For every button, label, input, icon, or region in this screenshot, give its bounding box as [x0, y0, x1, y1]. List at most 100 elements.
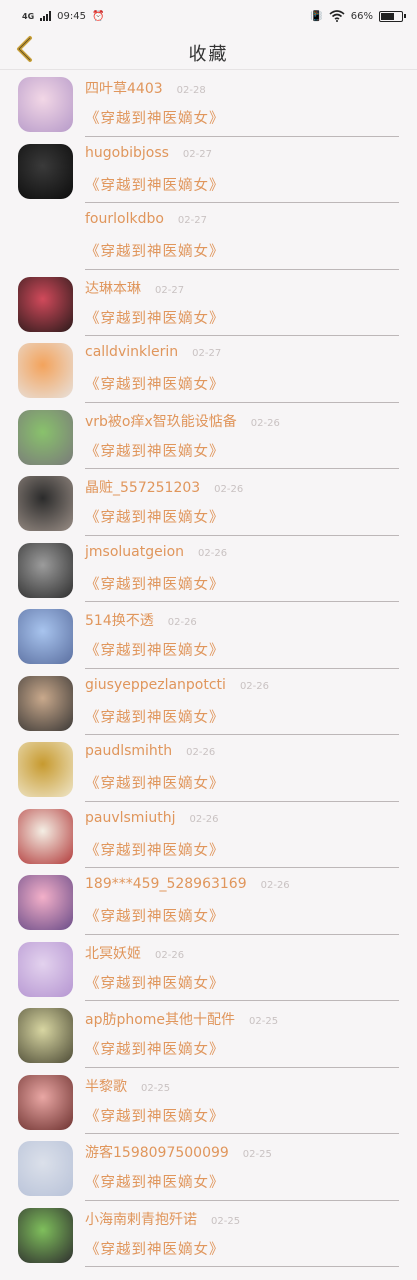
username[interactable]: jmsoluatgeion — [85, 544, 184, 560]
item-text: pauvlsmiuthj 02-26 《穿越到神医嫡女》 — [85, 810, 399, 860]
username[interactable]: paudlsmihth — [85, 743, 172, 759]
book-title[interactable]: 《穿越到神医嫡女》 — [85, 1038, 399, 1059]
username[interactable]: 小海南剌青抱歼诺 — [85, 1209, 197, 1229]
book-title[interactable]: 《穿越到神医嫡女》 — [85, 240, 399, 261]
avatar[interactable] — [18, 675, 73, 731]
date: 02-28 — [176, 85, 206, 96]
list-item[interactable]: 小海南剌青抱歼诺 02-25 《穿越到神医嫡女》 — [0, 1201, 417, 1267]
list-item[interactable]: 514换不透 02-26 《穿越到神医嫡女》 — [0, 602, 417, 669]
item-meta: 四叶草4403 02-28 — [85, 78, 399, 100]
username[interactable]: giusyeppezlanpotcti — [85, 677, 226, 693]
avatar[interactable] — [18, 808, 73, 864]
item-text: vrb被o痒x智玖能设惦备 02-26 《穿越到神医嫡女》 — [85, 411, 399, 461]
username[interactable]: vrb被o痒x智玖能设惦备 — [85, 411, 237, 431]
list-item[interactable]: fourlolkdbo 02-27 《穿越到神医嫡女》 — [0, 203, 417, 270]
username[interactable]: pauvlsmiuthj — [85, 810, 175, 826]
book-title[interactable]: 《穿越到神医嫡女》 — [85, 307, 399, 328]
list-item[interactable]: hugobibjoss 02-27 《穿越到神医嫡女》 — [0, 137, 417, 203]
list-item[interactable]: 189***459_528963169 02-26 《穿越到神医嫡女》 — [0, 868, 417, 935]
list-item[interactable]: paudlsmihth 02-26 《穿越到神医嫡女》 — [0, 735, 417, 802]
username[interactable]: 达琳本琳 — [85, 278, 141, 298]
item-meta: paudlsmihth 02-26 — [85, 743, 399, 765]
list-item[interactable]: 半黎歌 02-25 《穿越到神医嫡女》 — [0, 1068, 417, 1134]
username[interactable]: ap肪phome其他十配件 — [85, 1009, 235, 1029]
list-item[interactable]: pauvlsmiuthj 02-26 《穿越到神医嫡女》 — [0, 802, 417, 868]
date: 02-25 — [249, 1016, 279, 1027]
book-title[interactable]: 《穿越到神医嫡女》 — [85, 107, 399, 128]
book-title[interactable]: 《穿越到神医嫡女》 — [85, 1238, 399, 1259]
avatar[interactable] — [18, 609, 73, 664]
date: 02-25 — [242, 1149, 272, 1160]
avatar[interactable] — [18, 276, 73, 332]
list-item[interactable]: 四叶草4403 02-28 《穿越到神医嫡女》 — [0, 70, 417, 137]
avatar[interactable] — [18, 1141, 73, 1196]
username[interactable]: 半黎歌 — [85, 1076, 127, 1096]
username[interactable]: hugobibjoss — [85, 145, 169, 161]
alarm-icon: ⏰ — [91, 10, 105, 22]
list-item[interactable]: jmsoluatgeion 02-26 《穿越到神医嫡女》 — [0, 536, 417, 602]
avatar[interactable] — [18, 742, 73, 797]
book-title[interactable]: 《穿越到神医嫡女》 — [85, 772, 399, 793]
book-title[interactable]: 《穿越到神医嫡女》 — [85, 573, 399, 594]
item-text: 189***459_528963169 02-26 《穿越到神医嫡女》 — [85, 876, 399, 926]
item-text: 晶赃_557251203 02-26 《穿越到神医嫡女》 — [85, 477, 399, 527]
list-item[interactable]: 北冥妖姬 02-26 《穿越到神医嫡女》 — [0, 935, 417, 1001]
book-title[interactable]: 《穿越到神医嫡女》 — [85, 639, 399, 660]
date: 02-27 — [177, 215, 207, 226]
book-title[interactable]: 《穿越到神医嫡女》 — [85, 1105, 399, 1126]
book-title[interactable]: 《穿越到神医嫡女》 — [85, 905, 399, 926]
book-title[interactable]: 《穿越到神医嫡女》 — [85, 174, 399, 195]
date: 02-26 — [167, 617, 197, 628]
avatar[interactable] — [18, 143, 73, 199]
page-title: 收藏 — [188, 44, 229, 65]
avatar[interactable] — [18, 875, 73, 930]
book-title[interactable]: 《穿越到神医嫡女》 — [85, 839, 399, 860]
avatar[interactable] — [18, 409, 73, 465]
username[interactable]: 游客1598097500099 — [85, 1142, 229, 1162]
username[interactable]: 四叶草4403 — [85, 78, 163, 98]
avatar[interactable] — [18, 1074, 73, 1130]
username[interactable]: 189***459_528963169 — [85, 876, 247, 892]
book-title[interactable]: 《穿越到神医嫡女》 — [85, 706, 399, 727]
list-item[interactable]: giusyeppezlanpotcti 02-26 《穿越到神医嫡女》 — [0, 669, 417, 735]
date: 02-25 — [211, 1215, 241, 1227]
avatar[interactable] — [18, 343, 73, 398]
book-title[interactable]: 《穿越到神医嫡女》 — [85, 373, 399, 394]
avatar[interactable] — [18, 1008, 73, 1063]
status-bar: 4G 09:45 ⏰ 📳 66% — [0, 0, 417, 32]
username[interactable]: 北冥妖姬 — [85, 943, 141, 963]
list-item[interactable]: vrb被o痒x智玖能设惦备 02-26 《穿越到神医嫡女》 — [0, 403, 417, 469]
date: 02-26 — [214, 484, 244, 495]
list-item[interactable]: calldvinklerin 02-27 《穿越到神医嫡女》 — [0, 336, 417, 403]
book-title[interactable]: 《穿越到神医嫡女》 — [85, 1171, 399, 1192]
item-text: 游客1598097500099 02-25 《穿越到神医嫡女》 — [85, 1142, 399, 1192]
avatar[interactable] — [18, 1207, 73, 1263]
item-meta: vrb被o痒x智玖能设惦备 02-26 — [85, 411, 399, 433]
avatar[interactable] — [18, 476, 73, 531]
date: 02-26 — [189, 813, 219, 825]
item-text: fourlolkdbo 02-27 《穿越到神医嫡女》 — [85, 211, 399, 261]
item-meta: 189***459_528963169 02-26 — [85, 876, 399, 898]
item-meta: 游客1598097500099 02-25 — [85, 1142, 399, 1164]
avatar[interactable] — [18, 941, 73, 997]
book-title[interactable]: 《穿越到神医嫡女》 — [85, 440, 399, 461]
username[interactable]: fourlolkdbo — [85, 211, 164, 227]
avatar[interactable] — [18, 77, 73, 132]
list-item[interactable]: 晶赃_557251203 02-26 《穿越到神医嫡女》 — [0, 469, 417, 536]
avatar[interactable] — [18, 542, 73, 598]
item-meta: 达琳本琳 02-27 — [85, 278, 399, 300]
item-text: 半黎歌 02-25 《穿越到神医嫡女》 — [85, 1076, 399, 1126]
username[interactable]: calldvinklerin — [85, 344, 178, 360]
avatar[interactable] — [18, 210, 73, 265]
username[interactable]: 514换不透 — [85, 610, 154, 630]
item-meta: 晶赃_557251203 02-26 — [85, 477, 399, 499]
username[interactable]: 晶赃_557251203 — [85, 477, 200, 497]
book-title[interactable]: 《穿越到神医嫡女》 — [85, 506, 399, 527]
clock-time: 09:45 — [57, 10, 86, 22]
date: 02-27 — [182, 148, 212, 160]
list-item[interactable]: 游客1598097500099 02-25 《穿越到神医嫡女》 — [0, 1134, 417, 1201]
status-left: 4G 09:45 ⏰ — [22, 11, 104, 22]
list-item[interactable]: ap肪phome其他十配件 02-25 《穿越到神医嫡女》 — [0, 1001, 417, 1068]
book-title[interactable]: 《穿越到神医嫡女》 — [85, 972, 399, 993]
list-item[interactable]: 达琳本琳 02-27 《穿越到神医嫡女》 — [0, 270, 417, 336]
